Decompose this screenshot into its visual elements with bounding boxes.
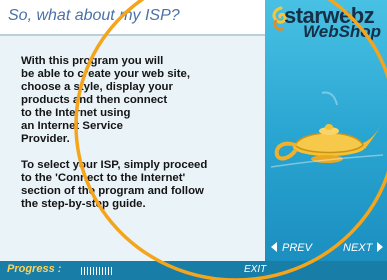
brand-logo: starwebz WebShop (265, 0, 387, 70)
help-paragraph-1: With this program you will be able to cr… (21, 55, 191, 145)
progress-label: Progress : (7, 263, 62, 275)
help-paragraph-2: To select your ISP, simply proceed to th… (21, 159, 208, 210)
next-button[interactable]: NEXT (343, 240, 384, 256)
arrow-right-icon (377, 242, 384, 252)
brand-panel: starwebz WebShop PREV NEXT (265, 0, 387, 261)
status-bar: Progress : EXIT (0, 261, 387, 280)
prev-button[interactable]: PREV (271, 240, 312, 256)
title-bar: So, what about my ISP? (0, 0, 265, 36)
magic-lamp-icon (270, 91, 384, 168)
webshop-help-screen: So, what about my ISP? With this program… (0, 0, 387, 280)
prev-label: PREV (282, 242, 312, 254)
arrow-left-icon (271, 242, 277, 252)
help-text: With this program you will be able to cr… (21, 55, 256, 211)
exit-button[interactable]: EXIT (244, 264, 266, 275)
progress-indicator (81, 267, 113, 275)
next-label: NEXT (343, 242, 373, 254)
content-panel: So, what about my ISP? With this program… (0, 0, 265, 261)
page-title: So, what about my ISP? (8, 7, 180, 24)
product-name: WebShop (303, 22, 382, 41)
